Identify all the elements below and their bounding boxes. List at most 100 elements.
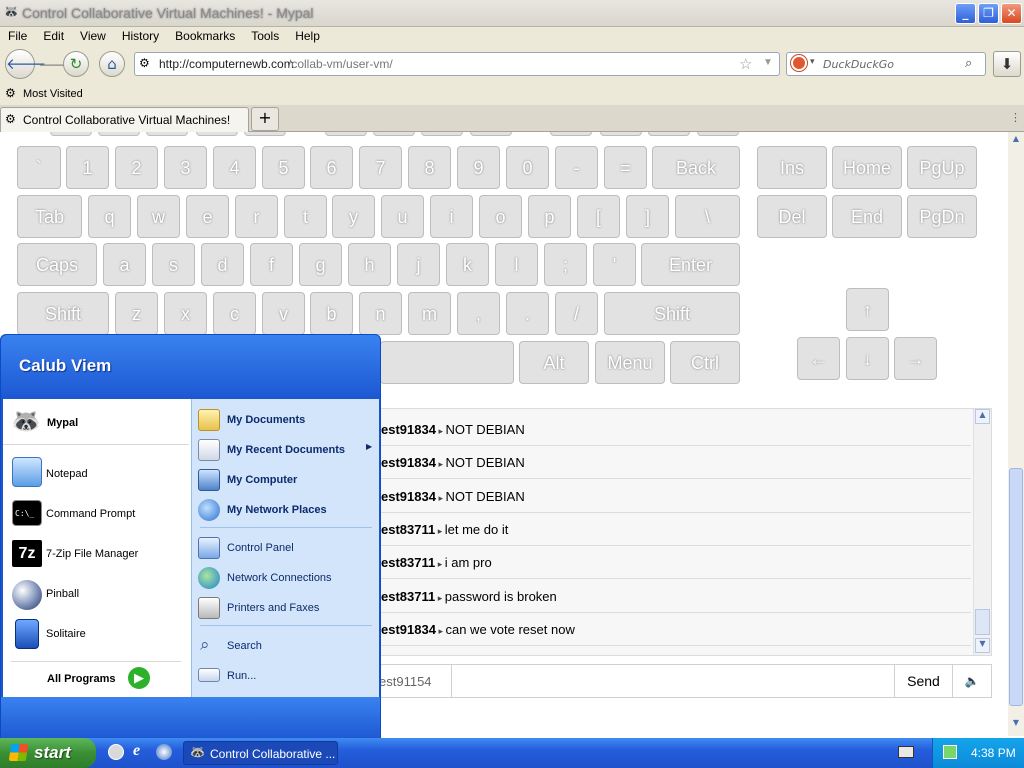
key-char[interactable]: e	[186, 195, 229, 238]
key-partial[interactable]	[50, 132, 92, 136]
bookmark-star-icon[interactable]: ☆	[739, 55, 752, 73]
key-char[interactable]: a	[103, 243, 146, 286]
start-item-solitaire[interactable]: Solitaire	[3, 617, 189, 653]
key-shift[interactable]: Shift	[604, 292, 740, 335]
start-item-control-panel[interactable]: Control Panel	[196, 535, 376, 561]
arrow-up-key[interactable]: ↑	[846, 288, 889, 331]
key-char[interactable]: \	[675, 195, 740, 238]
key-char[interactable]: b	[310, 292, 353, 335]
speaker-icon[interactable]: 🔈	[952, 665, 991, 697]
key-char[interactable]: i	[430, 195, 473, 238]
key-alt[interactable]: Alt	[519, 341, 589, 384]
key-partial[interactable]	[146, 132, 188, 136]
key-char[interactable]: y	[332, 195, 375, 238]
start-item-mypal[interactable]: 🦝 Mypal	[3, 399, 189, 445]
key-partial[interactable]	[550, 132, 592, 136]
key-partial[interactable]	[373, 132, 415, 136]
key-partial[interactable]	[325, 132, 367, 136]
key-char[interactable]: g	[299, 243, 342, 286]
page-scrollbar[interactable]: ▲ ▼	[1008, 132, 1024, 736]
key-home[interactable]: Home	[832, 146, 902, 189]
key-char[interactable]: ;	[544, 243, 587, 286]
start-item-recent-documents[interactable]: My Recent Documents ▶	[196, 437, 376, 463]
key-char[interactable]: =	[604, 146, 647, 189]
key-partial[interactable]	[98, 132, 140, 136]
start-button[interactable]: start	[0, 738, 96, 768]
chat-scroll-up-icon[interactable]: ▲	[975, 409, 990, 424]
key-char[interactable]: r	[235, 195, 278, 238]
key-char[interactable]: ]	[626, 195, 669, 238]
search-icon[interactable]: ⌕	[965, 56, 972, 71]
key-pgup[interactable]: PgUp	[907, 146, 977, 189]
key-char[interactable]: h	[348, 243, 391, 286]
key-char[interactable]: n	[359, 292, 402, 335]
start-item-printers-faxes[interactable]: Printers and Faxes	[196, 595, 376, 621]
key-partial[interactable]	[600, 132, 642, 136]
key-char[interactable]: ,	[457, 292, 500, 335]
key-char[interactable]: k	[446, 243, 489, 286]
key-char[interactable]: l	[495, 243, 538, 286]
key-partial[interactable]	[196, 132, 238, 136]
chat-scroll-down-icon[interactable]: ▼	[975, 638, 990, 653]
close-button[interactable]: ✕	[1001, 3, 1022, 24]
key-char[interactable]: w	[137, 195, 180, 238]
key-char[interactable]: x	[164, 292, 207, 335]
minimize-button[interactable]: _	[955, 3, 976, 24]
start-item-my-documents[interactable]: My Documents	[196, 407, 376, 433]
key-char[interactable]: 2	[115, 146, 158, 189]
arrow-down-key[interactable]: ↓	[846, 337, 889, 380]
key-char[interactable]: `	[17, 146, 61, 189]
url-bar[interactable]: ⚙ http://computernewb.com /collab-vm/use…	[134, 52, 780, 76]
chat-scrollbar[interactable]: ▲ ▼	[973, 409, 991, 655]
all-programs-button[interactable]: All Programs ▶	[3, 665, 189, 695]
back-button[interactable]: 🡐	[5, 49, 46, 79]
key-char[interactable]: c	[213, 292, 256, 335]
key-back[interactable]: Back	[652, 146, 740, 189]
key-char[interactable]: z	[115, 292, 158, 335]
key-char[interactable]: p	[528, 195, 571, 238]
start-item-my-computer[interactable]: My Computer	[196, 467, 376, 493]
engine-dropdown-icon[interactable]: ▾	[810, 57, 815, 67]
chat-message-user[interactable]: est83711	[381, 589, 435, 604]
key-char[interactable]: v	[262, 292, 305, 335]
arrow-left-key[interactable]: ←	[797, 337, 840, 380]
internet-explorer-icon[interactable]: e	[133, 742, 140, 760]
key-partial[interactable]	[421, 132, 463, 136]
key-char[interactable]: 4	[213, 146, 256, 189]
chat-message-user[interactable]: est91834	[381, 455, 436, 470]
chat-message-user[interactable]: est91834	[381, 489, 436, 504]
restore-button[interactable]: ❐	[978, 3, 999, 24]
key-char[interactable]: o	[479, 195, 522, 238]
start-item-7zip[interactable]: 7z 7-Zip File Manager	[3, 537, 189, 573]
key-char[interactable]: 9	[457, 146, 500, 189]
key-space[interactable]	[380, 341, 514, 384]
key-caps[interactable]: Caps	[17, 243, 97, 286]
key-shift[interactable]: Shift	[17, 292, 109, 335]
start-item-notepad[interactable]: Notepad	[3, 457, 189, 493]
tab-list-icon[interactable]: ⋮⋮	[1010, 111, 1024, 124]
page-scroll-down-icon[interactable]: ▼	[1009, 718, 1023, 732]
start-item-run[interactable]: Run...	[196, 663, 376, 689]
clock[interactable]: 4:38 PM	[971, 746, 1016, 760]
taskbar-item-mypal[interactable]: 🦝 Control Collaborative ...	[183, 741, 338, 765]
key-char[interactable]: j	[397, 243, 440, 286]
window-title-bar[interactable]: 🦝 Control Collaborative Virtual Machines…	[0, 0, 1024, 27]
key-ins[interactable]: Ins	[757, 146, 827, 189]
key-char[interactable]: /	[555, 292, 598, 335]
key-char[interactable]: 1	[66, 146, 109, 189]
menu-view[interactable]: View	[72, 27, 114, 43]
key-tab[interactable]: Tab	[17, 195, 82, 238]
menu-history[interactable]: History	[114, 27, 167, 43]
key-char[interactable]: '	[593, 243, 636, 286]
keyboard-tray-icon[interactable]	[898, 746, 914, 758]
key-partial[interactable]	[648, 132, 690, 136]
arrow-right-key[interactable]: →	[894, 337, 937, 380]
send-button[interactable]: Send	[894, 665, 952, 697]
menu-tools[interactable]: Tools	[243, 27, 287, 43]
key-partial[interactable]	[470, 132, 512, 136]
key-menu[interactable]: Menu	[595, 341, 665, 384]
menu-edit[interactable]: Edit	[35, 27, 72, 43]
key-char[interactable]: t	[284, 195, 327, 238]
downloads-button[interactable]: ⬇	[993, 51, 1021, 77]
key-end[interactable]: End	[832, 195, 902, 238]
